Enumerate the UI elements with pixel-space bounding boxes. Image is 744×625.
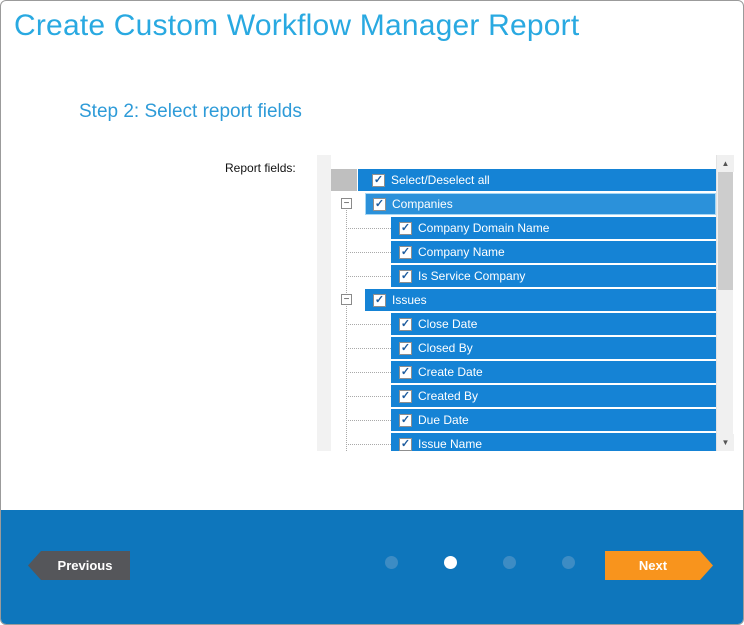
scroll-up-icon[interactable]: ▲ <box>717 155 734 172</box>
row-checkbox[interactable]: ✓ <box>399 342 412 355</box>
previous-button[interactable]: Previous <box>28 551 130 580</box>
tree-row-issues[interactable]: − ✓ Issues <box>331 289 716 311</box>
tree-row-issue-name[interactable]: ✓ Issue Name <box>331 433 716 451</box>
row-label: Created By <box>418 389 478 403</box>
row-bar[interactable]: ✓ Is Service Company <box>391 265 716 287</box>
tree-branch-line <box>346 420 391 421</box>
tree-rows: ✓ Select/Deselect all − ✓ Companies ✓ Company … <box>331 155 716 451</box>
report-fields-label: Report fields: <box>225 161 296 175</box>
row-label: Company Domain Name <box>418 221 549 235</box>
row-bar[interactable]: ✓ Create Date <box>391 361 716 383</box>
tree-row-company-name[interactable]: ✓ Company Name <box>331 241 716 263</box>
tree-scrollbar[interactable]: ▲ ▼ <box>716 155 733 451</box>
row-label: Closed By <box>418 341 473 355</box>
tree-branch-line <box>346 372 391 373</box>
row-checkbox[interactable]: ✓ <box>373 198 386 211</box>
select-all-checkbox[interactable]: ✓ <box>372 174 385 187</box>
tree-branch-line <box>346 444 391 445</box>
tree-branch-line <box>346 324 391 325</box>
page-title: Create Custom Workflow Manager Report <box>14 9 579 43</box>
next-button[interactable]: Next <box>605 551 713 580</box>
collapse-expander-icon[interactable]: − <box>341 294 352 305</box>
row-label: Companies <box>392 197 453 211</box>
row-bar[interactable]: ✓ Companies <box>365 193 716 215</box>
row-label: Issue Name <box>418 437 482 451</box>
collapse-expander-icon[interactable]: − <box>341 198 352 209</box>
step-heading: Step 2: Select report fields <box>79 101 302 123</box>
row-label: Due Date <box>418 413 469 427</box>
tree-branch-line <box>346 228 391 229</box>
step-indicator <box>385 556 575 569</box>
tree-row-created-by[interactable]: ✓ Created By <box>331 385 716 407</box>
scroll-down-icon[interactable]: ▼ <box>717 434 734 451</box>
tree-row-close-date[interactable]: ✓ Close Date <box>331 313 716 335</box>
row-bar[interactable]: ✓ Closed By <box>391 337 716 359</box>
tree-row-companies[interactable]: − ✓ Companies <box>331 193 716 215</box>
tree-corner-cell <box>331 169 357 191</box>
report-fields-tree: ✓ Select/Deselect all − ✓ Companies ✓ Company … <box>317 155 733 451</box>
row-label: Issues <box>392 293 427 307</box>
row-checkbox[interactable]: ✓ <box>399 318 412 331</box>
row-label: Company Name <box>418 245 505 259</box>
tree-row-create-date[interactable]: ✓ Create Date <box>331 361 716 383</box>
row-label: Create Date <box>418 365 483 379</box>
row-checkbox[interactable]: ✓ <box>399 246 412 259</box>
row-bar[interactable]: ✓ Created By <box>391 385 716 407</box>
tree-row-closed-by[interactable]: ✓ Closed By <box>331 337 716 359</box>
row-bar[interactable]: ✓ Company Name <box>391 241 716 263</box>
step-dot-2[interactable] <box>444 556 457 569</box>
row-label: Is Service Company <box>418 269 525 283</box>
select-all-row[interactable]: ✓ Select/Deselect all <box>331 169 716 191</box>
tree-branch-line <box>346 252 391 253</box>
row-bar[interactable]: ✓ Company Domain Name <box>391 217 716 239</box>
tree-branch-line <box>346 396 391 397</box>
wizard-footer: Previous Next <box>1 510 744 624</box>
step-dot-3[interactable] <box>503 556 516 569</box>
tree-row-due-date[interactable]: ✓ Due Date <box>331 409 716 431</box>
row-checkbox[interactable]: ✓ <box>399 366 412 379</box>
row-checkbox[interactable]: ✓ <box>399 414 412 427</box>
row-bar[interactable]: ✓ Close Date <box>391 313 716 335</box>
row-label: Close Date <box>418 317 477 331</box>
row-checkbox[interactable]: ✓ <box>399 270 412 283</box>
tree-branch-line <box>346 348 391 349</box>
tree-row-company-domain-name[interactable]: ✓ Company Domain Name <box>331 217 716 239</box>
row-bar[interactable]: ✓ Due Date <box>391 409 716 431</box>
wizard-window: Create Custom Workflow Manager Report St… <box>0 0 744 625</box>
row-checkbox[interactable]: ✓ <box>399 390 412 403</box>
row-checkbox[interactable]: ✓ <box>399 222 412 235</box>
step-dot-4[interactable] <box>562 556 575 569</box>
row-bar[interactable]: ✓ Issues <box>365 289 716 311</box>
row-checkbox[interactable]: ✓ <box>399 438 412 451</box>
tree-row-is-service-company[interactable]: ✓ Is Service Company <box>331 265 716 287</box>
row-bar[interactable]: ✓ Issue Name <box>391 433 716 451</box>
tree-branch-line <box>346 276 391 277</box>
step-dot-1[interactable] <box>385 556 398 569</box>
select-all-bar[interactable]: ✓ Select/Deselect all <box>358 169 716 191</box>
row-checkbox[interactable]: ✓ <box>373 294 386 307</box>
select-all-label: Select/Deselect all <box>391 173 490 187</box>
scrollbar-thumb[interactable] <box>718 172 733 290</box>
